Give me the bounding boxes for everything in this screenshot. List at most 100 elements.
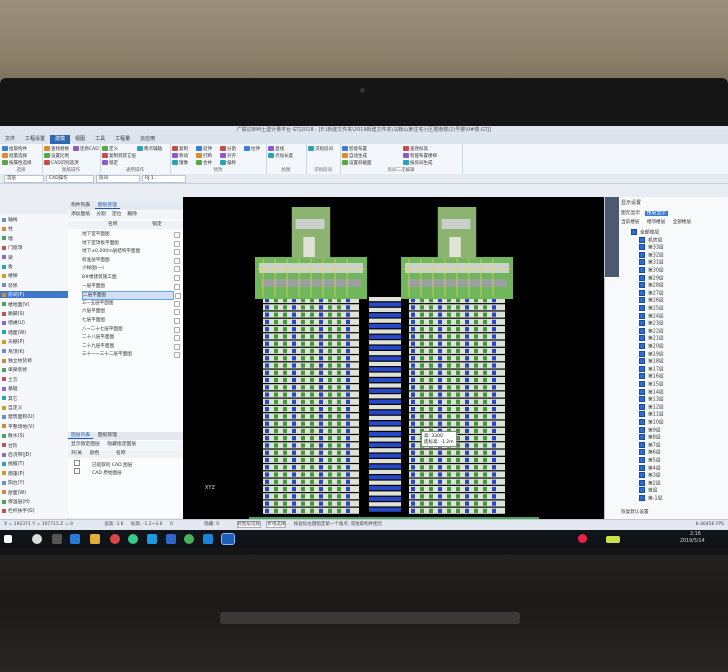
lock-icon[interactable] [174, 266, 180, 273]
cad-ops-select[interactable]: CAD操作 [46, 175, 94, 183]
3d-viewport[interactable]: 高: 3300 底标高: -1.2m XYZ [183, 197, 604, 519]
layer-row[interactable]: CAD 原始图层 [74, 468, 164, 476]
ribbon-tool[interactable]: 复制到其它层 [109, 153, 136, 159]
ribbon-tab[interactable]: 云应用 [135, 135, 160, 144]
ribbon-tab[interactable]: 建模 [50, 135, 71, 144]
drawing-tool-button[interactable]: 分割 [93, 212, 109, 217]
ribbon-tool[interactable]: 分割 [227, 146, 236, 152]
nav-item[interactable]: 单梁装修 [2, 366, 27, 373]
lock-icon[interactable] [174, 283, 180, 290]
hide-layer-option[interactable]: 隐藏指定图层 [104, 442, 139, 447]
nav-item[interactable]: 门窗洞 [2, 244, 22, 251]
checkbox-checked-icon[interactable] [639, 426, 645, 433]
ribbon-tool[interactable]: 自动生成 [349, 153, 367, 159]
checkbox-checked-icon[interactable] [639, 274, 645, 281]
checkbox-checked-icon[interactable] [639, 350, 645, 357]
checkbox-checked-icon[interactable] [639, 434, 645, 441]
battery-icon[interactable] [606, 536, 620, 543]
floor-select[interactable]: 首层 [4, 175, 44, 183]
drawing-row[interactable]: 地下室顶板平面图 [82, 240, 180, 247]
ribbon-tool[interactable]: 两点辅轴 [144, 146, 162, 152]
ribbon-tool[interactable]: 设置斜截面 [349, 160, 372, 166]
drawing-row[interactable]: 三十一~三十二层平面图 [82, 351, 180, 359]
nav-item[interactable]: 装修 [2, 282, 18, 289]
checkbox-checked-icon[interactable] [639, 487, 645, 494]
checkbox-checked-icon[interactable] [639, 365, 645, 372]
checkbox-checked-icon[interactable] [639, 441, 645, 448]
nav-item[interactable]: 平整场地(V) [2, 423, 34, 430]
layer-row[interactable]: 已提取的 CAD 图层 [74, 460, 164, 468]
lock-icon[interactable] [174, 240, 180, 247]
nav-item[interactable]: 挑檐(T) [2, 460, 24, 467]
checkbox-checked-icon[interactable] [639, 411, 645, 418]
ribbon-tool[interactable]: 偏移 [227, 160, 236, 166]
checkbox-checked-icon[interactable] [639, 282, 645, 289]
checkbox-checked-icon[interactable] [639, 244, 645, 251]
checkbox-checked-icon[interactable] [639, 449, 645, 456]
nav-item[interactable]: 台阶 [2, 442, 18, 449]
tray-app-icon[interactable] [578, 534, 587, 543]
ribbon-tool[interactable]: 拉伸 [251, 146, 260, 152]
checkbox-checked-icon[interactable] [639, 327, 645, 334]
ribbon-tool[interactable]: 定义 [109, 146, 118, 152]
checkbox-checked-icon[interactable] [639, 472, 645, 479]
nav-item[interactable]: 楼梯 [2, 272, 18, 279]
tab-layer-drawing[interactable]: 图纸管理 [95, 433, 120, 438]
ribbon-tool[interactable]: 延伸 [203, 146, 212, 152]
tab-layer-list[interactable]: 图层列表 [68, 433, 94, 439]
ribbon-tool[interactable]: 智能布置楼梯 [410, 153, 437, 159]
checkbox-checked-icon[interactable] [639, 464, 645, 471]
ribbon-tool[interactable]: 查改标高 [410, 146, 428, 152]
ribbon-tool[interactable]: 设置比例 [51, 153, 69, 159]
opt-current-floor[interactable]: 当前楼层 [621, 220, 639, 225]
ribbon-tool[interactable]: 批量选择 [9, 153, 27, 159]
drawing-row[interactable]: 地下室平面图 [82, 231, 180, 238]
nav-item[interactable]: 墙面(W) [2, 329, 26, 336]
ribbon-tool[interactable]: 对齐 [227, 153, 236, 159]
lock-icon[interactable] [174, 335, 180, 342]
checkbox-checked-icon[interactable] [639, 495, 645, 501]
lock-icon[interactable] [174, 300, 180, 307]
nav-item[interactable]: 保温层(H) [2, 498, 30, 505]
app-icon[interactable] [147, 534, 157, 544]
ribbon-tab[interactable]: 工具 [90, 135, 110, 144]
nav-item[interactable]: 踢脚(S) [2, 310, 24, 317]
ribbon-tab[interactable]: 工程设置 [20, 135, 50, 144]
drawing-row[interactable]: 地下±0.000m层结构平面图 [82, 248, 180, 256]
opt-all-floors[interactable]: 全部楼层 [673, 220, 691, 225]
ribbon-tool[interactable]: 拾取构件 [9, 146, 27, 152]
drawing-row[interactable]: 小样图(一) [82, 265, 180, 273]
checkbox-checked-icon[interactable] [639, 373, 645, 380]
nav-item[interactable]: 房间(F) [0, 291, 68, 299]
lock-icon[interactable] [174, 326, 180, 333]
drawing-row[interactable]: 八~二十七层平面图 [82, 326, 180, 333]
nav-item[interactable]: 栏杆扶手(G) [2, 507, 35, 514]
ribbon-tool[interactable]: 锁定 [109, 160, 118, 166]
opt-adjacent-floor[interactable]: 相邻楼层 [647, 220, 665, 225]
chrome-icon[interactable] [128, 534, 138, 544]
nav-item[interactable]: 墙裙(U) [2, 319, 25, 326]
nav-item[interactable]: 基础 [2, 385, 18, 392]
app-icon[interactable] [203, 534, 213, 544]
nav-item[interactable]: 板 [2, 263, 13, 270]
lock-icon[interactable] [174, 232, 180, 238]
ribbon-tool[interactable]: 还原CAD [80, 146, 99, 152]
ribbon-tab[interactable]: 视图 [70, 135, 90, 144]
floor-checkbox-row[interactable]: 第-1层 [639, 495, 662, 503]
drawing-row[interactable]: B#楼建筑施工图 [82, 274, 180, 281]
drawing-tool-button[interactable]: 添加图纸 [68, 212, 93, 217]
checkbox-checked-icon[interactable] [639, 457, 645, 463]
checkbox-checked-icon[interactable] [639, 335, 645, 342]
ribbon-tool[interactable]: 按属性选择 [9, 160, 32, 166]
nav-item[interactable]: 自定义 [2, 404, 22, 411]
checkbox-checked-icon[interactable] [639, 343, 645, 349]
mode-cross-layer[interactable]: 跨图层选择 [236, 521, 262, 528]
checkbox-checked-icon[interactable] [639, 388, 645, 395]
drawing-row[interactable]: 三~五层平面图 [82, 300, 180, 307]
drawing-row[interactable]: 六层平面图 [82, 308, 180, 316]
ribbon-tab[interactable]: 工程量 [110, 135, 135, 144]
nav-item[interactable]: 其它 [2, 395, 18, 402]
clock-time[interactable]: 2:16 [690, 532, 701, 537]
lock-icon[interactable] [174, 249, 180, 256]
checkbox-checked-icon[interactable] [639, 381, 645, 387]
